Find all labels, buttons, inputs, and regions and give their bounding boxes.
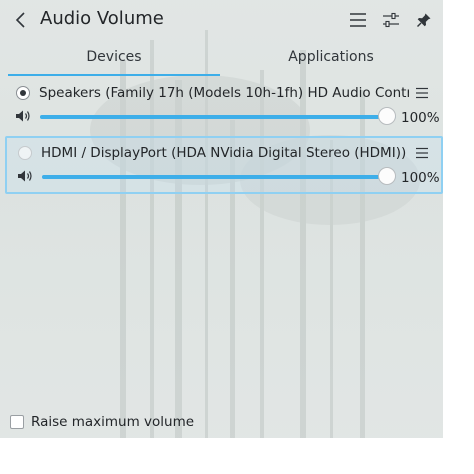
back-icon bbox=[15, 12, 25, 28]
volume-slider[interactable] bbox=[40, 107, 396, 127]
raise-max-volume-checkbox[interactable] bbox=[10, 415, 24, 429]
mixer-settings-icon bbox=[383, 12, 399, 28]
hamburger-menu-icon bbox=[350, 13, 366, 27]
menu-button[interactable] bbox=[346, 8, 370, 32]
device-name: Speakers (Family 17h (Models 10h-1fh) HD… bbox=[39, 85, 409, 101]
slider-handle[interactable] bbox=[378, 167, 396, 185]
popup-header: Audio Volume bbox=[0, 0, 443, 40]
device-name: HDMI / DisplayPort (HDA NVidia Digital S… bbox=[41, 145, 407, 161]
pin-icon bbox=[417, 13, 431, 27]
tab-bar: Devices Applications bbox=[0, 42, 443, 76]
raise-max-volume-option[interactable]: Raise maximum volume bbox=[10, 413, 194, 431]
device-menu-button[interactable] bbox=[412, 84, 432, 102]
tab-devices-label: Devices bbox=[86, 49, 142, 65]
tab-applications-label: Applications bbox=[288, 49, 374, 65]
slider-handle[interactable] bbox=[378, 107, 396, 125]
slider-fill bbox=[42, 175, 387, 179]
hamburger-menu-icon bbox=[416, 147, 428, 159]
pin-button[interactable] bbox=[412, 8, 436, 32]
tab-devices[interactable]: Devices bbox=[8, 42, 220, 76]
configure-button[interactable] bbox=[379, 8, 403, 32]
audio-volume-popup: Audio Volume Devices Applications Speake… bbox=[0, 0, 443, 438]
slider-fill bbox=[40, 115, 387, 119]
volume-percent: 100% bbox=[401, 170, 440, 186]
page-title: Audio Volume bbox=[40, 8, 164, 29]
speaker-volume-icon bbox=[16, 110, 30, 122]
mute-button[interactable] bbox=[14, 108, 32, 124]
speaker-volume-icon bbox=[18, 170, 32, 182]
active-tab-indicator bbox=[8, 74, 220, 76]
volume-percent: 100% bbox=[401, 110, 440, 126]
back-button[interactable] bbox=[8, 7, 34, 33]
device-row-speakers: Speakers (Family 17h (Models 10h-1fh) HD… bbox=[5, 80, 440, 132]
default-device-radio[interactable] bbox=[16, 86, 30, 100]
volume-slider[interactable] bbox=[42, 167, 396, 187]
device-menu-button[interactable] bbox=[412, 144, 432, 162]
tab-applications[interactable]: Applications bbox=[222, 42, 440, 76]
raise-max-volume-label: Raise maximum volume bbox=[31, 414, 195, 430]
hamburger-menu-icon bbox=[416, 87, 428, 99]
mute-button[interactable] bbox=[16, 168, 34, 184]
device-row-hdmi: HDMI / DisplayPort (HDA NVidia Digital S… bbox=[5, 136, 443, 194]
default-device-radio[interactable] bbox=[18, 146, 32, 160]
